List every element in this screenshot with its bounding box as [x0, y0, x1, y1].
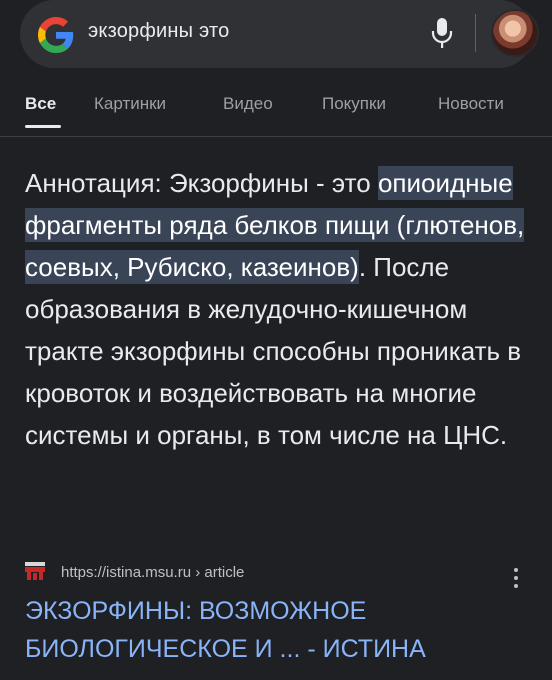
avatar[interactable]: [491, 9, 539, 57]
search-divider: [475, 14, 476, 52]
result-url[interactable]: https://istina.msu.ru › article: [61, 564, 244, 581]
result-source[interactable]: https://istina.msu.ru › article: [25, 560, 530, 588]
tab-news[interactable]: Новости: [438, 94, 504, 114]
featured-snippet: Аннотация: Экзорфины - это опиоидные фра…: [25, 162, 530, 456]
search-query[interactable]: экзорфины это: [88, 20, 229, 43]
tab-images[interactable]: Картинки: [94, 94, 166, 114]
tab-video[interactable]: Видео: [223, 94, 273, 114]
istina-favicon-icon: [25, 562, 45, 580]
result-title-link[interactable]: ЭКЗОРФИНЫ: ВОЗМОЖНОЕ БИОЛОГИЧЕСКОЕ И ...…: [25, 592, 530, 668]
tab-shopping[interactable]: Покупки: [322, 94, 386, 114]
microphone-icon[interactable]: [430, 16, 454, 50]
search-bar[interactable]: экзорфины это: [20, 0, 539, 68]
google-g-icon: [38, 17, 74, 53]
snippet-prefix: Аннотация: Экзорфины - это: [25, 168, 378, 198]
more-vert-icon[interactable]: [513, 568, 519, 590]
tab-all[interactable]: Все: [25, 94, 56, 114]
search-tabs: Все Картинки Видео Покупки Новости: [0, 90, 552, 137]
active-tab-indicator: [25, 125, 61, 128]
